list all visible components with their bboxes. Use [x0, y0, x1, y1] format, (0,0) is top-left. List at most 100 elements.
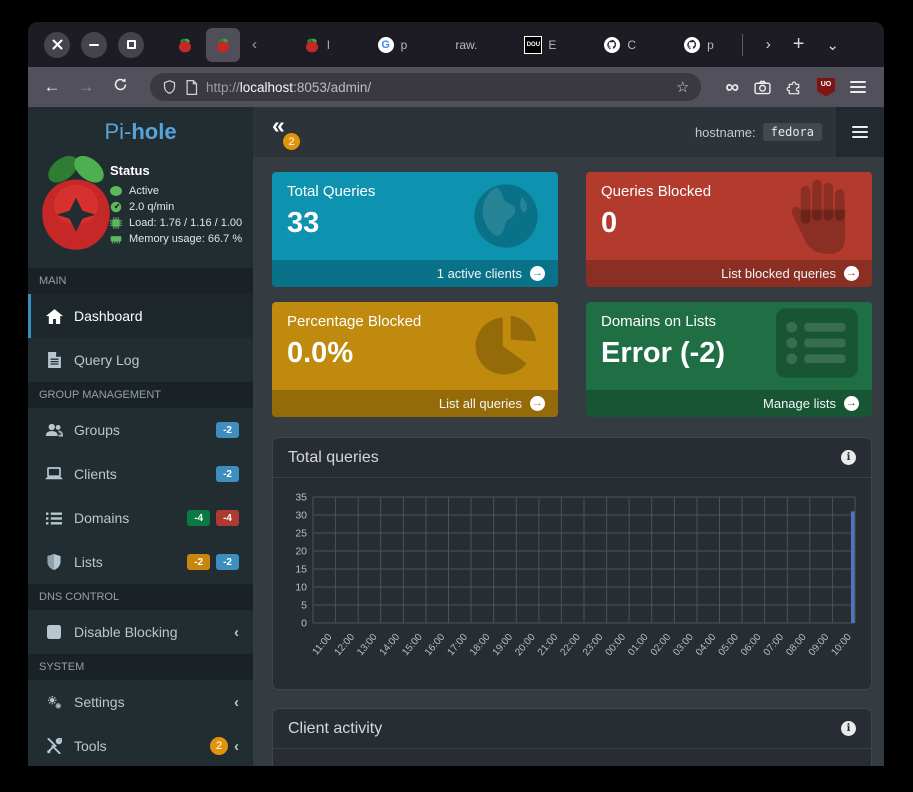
- mask-icon[interactable]: ∞: [725, 78, 739, 97]
- tab-label: C: [627, 38, 636, 52]
- card-percentage-blocked: Percentage Blocked 0.0% List all queries…: [272, 302, 558, 417]
- sidebar-item-label: Clients: [74, 466, 117, 482]
- card-title: Total Queries: [287, 183, 543, 200]
- sidebar-item-disable-blocking[interactable]: Disable Blocking ‹: [28, 610, 253, 654]
- forward-button[interactable]: →: [74, 77, 98, 97]
- back-button[interactable]: ←: [40, 77, 64, 97]
- svg-text:15: 15: [295, 564, 307, 576]
- card-title: Queries Blocked: [601, 183, 857, 200]
- card-value: 0.0%: [287, 337, 543, 370]
- sidebar-item-domains[interactable]: Domains -4 -4: [28, 496, 253, 540]
- users-icon: [45, 423, 63, 437]
- maximize-icon: [127, 40, 136, 49]
- sidebar-item-groups[interactable]: Groups -2: [28, 408, 253, 452]
- sidebar-item-tools[interactable]: Tools 2 ‹: [28, 724, 253, 766]
- svg-text:01:00: 01:00: [626, 632, 651, 659]
- tab-pihole-2[interactable]: l: [295, 28, 339, 62]
- list-all-tabs-icon[interactable]: ⌄: [817, 36, 848, 54]
- url-path: :8053/admin/: [293, 80, 371, 95]
- tab-label: p: [707, 38, 714, 52]
- card-queries-blocked: Queries Blocked 0 List blocked queries →: [586, 172, 872, 287]
- card-footer-link[interactable]: List blocked queries →: [586, 260, 872, 287]
- tab-actions: › + ⌄: [732, 33, 848, 56]
- sidebar-collapse-button[interactable]: «: [272, 112, 285, 139]
- control-sidebar-toggle[interactable]: [836, 107, 884, 157]
- card-footer-link[interactable]: Manage lists →: [586, 390, 872, 417]
- tab-raw[interactable]: raw.: [446, 28, 486, 62]
- sidebar-item-label: Disable Blocking: [74, 624, 178, 640]
- client-activity-chart: [273, 749, 871, 766]
- scroll-tabs-left-icon[interactable]: ‹: [242, 36, 267, 53]
- page-info-icon[interactable]: [185, 80, 198, 95]
- status-rate: 2.0 q/min: [110, 201, 253, 213]
- tab-google[interactable]: G p: [369, 28, 417, 62]
- card-total-queries: Total Queries 33 1 active clients →: [272, 172, 558, 287]
- new-tab-button[interactable]: +: [784, 33, 814, 56]
- card-footer-label: 1 active clients: [437, 266, 522, 281]
- info-icon[interactable]: i: [841, 721, 856, 736]
- tab-pihole-1[interactable]: [168, 28, 202, 62]
- card-footer-link[interactable]: 1 active clients →: [272, 260, 558, 287]
- svg-text:10:00: 10:00: [829, 632, 854, 659]
- info-icon[interactable]: i: [841, 450, 856, 465]
- pihole-logo-title[interactable]: Pi-hole: [28, 107, 253, 157]
- svg-text:16:00: 16:00: [423, 632, 448, 659]
- screenshot-camera-icon[interactable]: [754, 80, 771, 95]
- sidebar: Pi-hole Status Active: [28, 107, 253, 766]
- chevron-left-icon: ‹: [234, 694, 239, 711]
- browser-menu-button[interactable]: [850, 81, 866, 93]
- google-icon: G: [378, 37, 394, 53]
- svg-text:15:00: 15:00: [400, 632, 425, 659]
- collapse-badge: 2: [283, 133, 300, 150]
- browser-window: ‹ l G p raw. DOU E C: [28, 22, 884, 766]
- arrow-circle-icon: →: [530, 396, 545, 411]
- section-system: SYSTEM: [28, 654, 253, 680]
- pihole-admin-page: Pi-hole Status Active: [28, 107, 884, 766]
- list-icon: [45, 512, 63, 525]
- card-footer-label: List all queries: [439, 396, 522, 411]
- main-content: « 2 hostname: fedora: [253, 107, 884, 766]
- minimize-button[interactable]: [81, 32, 107, 58]
- url-bar[interactable]: http://localhost:8053/admin/ ☆: [150, 73, 701, 101]
- bookmark-star-icon[interactable]: ☆: [676, 78, 689, 96]
- dashboard-body: Total Queries 33 1 active clients →: [253, 157, 884, 766]
- sidebar-item-dashboard[interactable]: Dashboard: [28, 294, 253, 338]
- dou-icon: DOU: [525, 37, 541, 53]
- sidebar-item-label: Lists: [74, 554, 103, 570]
- pihole-icon: [304, 37, 320, 53]
- ublock-origin-icon[interactable]: UO: [817, 78, 835, 97]
- shield-icon: [45, 554, 63, 570]
- card-footer-link[interactable]: List all queries →: [272, 390, 558, 417]
- shield-permissions-icon[interactable]: [162, 79, 177, 95]
- sidebar-item-clients[interactable]: Clients -2: [28, 452, 253, 496]
- status-panel: Status Active 2.0 q/min Load: 1.76 / 1.1…: [28, 157, 253, 268]
- close-button[interactable]: [44, 32, 70, 58]
- svg-text:13:00: 13:00: [355, 632, 380, 659]
- close-icon: [52, 39, 63, 50]
- sidebar-item-lists[interactable]: Lists -2 -2: [28, 540, 253, 584]
- chevron-left-icon: ‹: [234, 738, 239, 755]
- sidebar-item-label: Groups: [74, 422, 120, 438]
- sidebar-item-query-log[interactable]: Query Log: [28, 338, 253, 382]
- navigation-toolbar: ← → http://localhost:8053/admin/ ☆ ∞ UO: [28, 67, 884, 107]
- reload-button[interactable]: [108, 77, 132, 97]
- tab-pihole-active[interactable]: [206, 28, 240, 62]
- tab-strip: ‹ l G p raw. DOU E C: [166, 22, 884, 67]
- tab-dou[interactable]: DOU E: [516, 28, 565, 62]
- sidebar-item-label: Settings: [74, 694, 125, 710]
- tab-github-1[interactable]: C: [595, 28, 645, 62]
- svg-text:07:00: 07:00: [762, 632, 787, 659]
- section-group-management: GROUP MANAGEMENT: [28, 382, 253, 408]
- sidebar-item-settings[interactable]: Settings ‹: [28, 680, 253, 724]
- total-queries-chart: 0510152025303511:0012:0013:0014:0015:001…: [273, 478, 871, 689]
- maximize-button[interactable]: [118, 32, 144, 58]
- tab-github-2[interactable]: p: [675, 28, 723, 62]
- scroll-tabs-right-icon[interactable]: ›: [757, 36, 780, 53]
- arrow-circle-icon: →: [844, 266, 859, 281]
- tab-label: p: [401, 38, 408, 52]
- card-value: 33: [287, 207, 543, 240]
- url-text: http://localhost:8053/admin/: [206, 80, 668, 95]
- domains-badge-allowed: -4: [187, 510, 210, 526]
- svg-text:19:00: 19:00: [491, 632, 516, 659]
- extensions-puzzle-icon[interactable]: [786, 79, 802, 95]
